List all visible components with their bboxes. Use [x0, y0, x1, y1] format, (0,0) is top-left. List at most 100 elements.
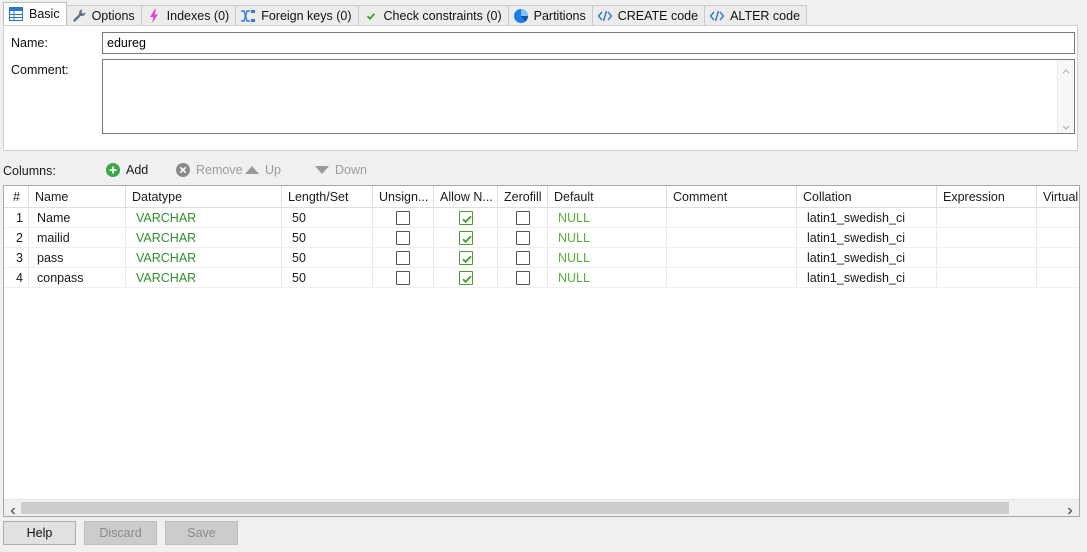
comment-textarea[interactable] [102, 59, 1075, 134]
cell-collation[interactable]: latin1_swedish_ci [797, 208, 937, 228]
cell-virtuality[interactable] [1037, 268, 1079, 288]
add-column-button[interactable]: Add [105, 162, 148, 178]
header-zerofill[interactable]: Zerofill [498, 186, 548, 208]
cell-comment[interactable] [667, 228, 797, 248]
cell-length[interactable]: 50 [282, 268, 373, 288]
header-allow-null[interactable]: Allow N... [434, 186, 498, 208]
table-row[interactable]: 4 conpass VARCHAR 50 NULL latin1_swedish_ci [4, 268, 1079, 288]
cell-zerofill[interactable] [498, 208, 548, 228]
tab-alter-code[interactable]: ALTER code [704, 5, 808, 25]
checkbox[interactable] [458, 250, 473, 265]
cell-default[interactable]: NULL [548, 268, 667, 288]
table-row[interactable]: 1 Name VARCHAR 50 NULL latin1_swedish_ci [4, 208, 1079, 228]
cell-unsigned[interactable] [373, 228, 434, 248]
chevron-down-icon[interactable] [1062, 121, 1070, 130]
tab-indexes[interactable]: Indexes (0) [140, 5, 237, 25]
checkbox[interactable] [396, 250, 410, 265]
cell-expression[interactable] [937, 268, 1037, 288]
chevron-up-icon[interactable] [1062, 64, 1070, 74]
cell-number[interactable]: 2 [4, 228, 29, 248]
scrollbar-thumb[interactable] [21, 502, 1009, 514]
chevron-right-icon[interactable] [1066, 504, 1074, 515]
cell-datatype[interactable]: VARCHAR [126, 208, 282, 228]
cell-comment[interactable] [667, 268, 797, 288]
cell-default[interactable]: NULL [548, 248, 667, 268]
checkbox[interactable] [458, 270, 473, 285]
cell-virtuality[interactable] [1037, 228, 1079, 248]
header-comment[interactable]: Comment [667, 186, 797, 208]
table-row[interactable]: 3 pass VARCHAR 50 NULL latin1_swedish_ci [4, 248, 1079, 268]
header-collation[interactable]: Collation [797, 186, 937, 208]
discard-button[interactable]: Discard [84, 521, 157, 545]
header-datatype[interactable]: Datatype [126, 186, 282, 208]
checkbox[interactable] [515, 250, 530, 265]
cell-comment[interactable] [667, 208, 797, 228]
cell-number[interactable]: 4 [4, 268, 29, 288]
checkbox[interactable] [396, 230, 410, 245]
remove-column-button[interactable]: Remove [175, 162, 243, 178]
header-length[interactable]: Length/Set [282, 186, 373, 208]
cell-virtuality[interactable] [1037, 248, 1079, 268]
horizontal-scrollbar[interactable] [4, 499, 1079, 516]
cell-number[interactable]: 3 [4, 248, 29, 268]
cell-default[interactable]: NULL [548, 208, 667, 228]
header-name[interactable]: Name [29, 186, 126, 208]
cell-allow-null[interactable] [434, 228, 498, 248]
help-button[interactable]: Help [3, 521, 76, 545]
cell-length[interactable]: 50 [282, 228, 373, 248]
checkbox[interactable] [396, 270, 410, 285]
table-name-input[interactable] [102, 32, 1075, 54]
tab-foreign-keys[interactable]: Foreign keys (0) [235, 5, 359, 25]
checkbox[interactable] [515, 270, 530, 285]
cell-collation[interactable]: latin1_swedish_ci [797, 268, 937, 288]
cell-collation[interactable]: latin1_swedish_ci [797, 228, 937, 248]
cell-number[interactable]: 1 [4, 208, 29, 228]
checkbox[interactable] [515, 210, 530, 225]
cell-name[interactable]: pass [29, 248, 126, 268]
cell-allow-null[interactable] [434, 268, 498, 288]
header-unsigned[interactable]: Unsign... [373, 186, 434, 208]
cell-length[interactable]: 50 [282, 208, 373, 228]
tab-create-code[interactable]: CREATE code [591, 5, 706, 25]
cell-unsigned[interactable] [373, 208, 434, 228]
header-number[interactable]: # [4, 186, 29, 208]
header-virtuality[interactable]: Virtuali [1037, 186, 1079, 208]
cell-virtuality[interactable] [1037, 208, 1079, 228]
comment-scrollbar[interactable] [1057, 60, 1074, 133]
cell-zerofill[interactable] [498, 228, 548, 248]
cell-collation[interactable]: latin1_swedish_ci [797, 248, 937, 268]
cell-expression[interactable] [937, 228, 1037, 248]
table-row[interactable]: 2 mailid VARCHAR 50 NULL latin1_swedish_ci [4, 228, 1079, 248]
cell-unsigned[interactable] [373, 248, 434, 268]
cell-unsigned[interactable] [373, 268, 434, 288]
cell-comment[interactable] [667, 248, 797, 268]
save-button[interactable]: Save [165, 521, 238, 545]
header-expression[interactable]: Expression [937, 186, 1037, 208]
cell-expression[interactable] [937, 248, 1037, 268]
checkbox[interactable] [458, 230, 473, 245]
cell-length[interactable]: 50 [282, 248, 373, 268]
tab-partitions[interactable]: Partitions [507, 5, 593, 25]
cell-datatype[interactable]: VARCHAR [126, 248, 282, 268]
cell-zerofill[interactable] [498, 248, 548, 268]
cell-allow-null[interactable] [434, 248, 498, 268]
move-up-button[interactable]: Up [244, 162, 281, 178]
cell-default[interactable]: NULL [548, 228, 667, 248]
cell-datatype[interactable]: VARCHAR [126, 228, 282, 248]
tab-options[interactable]: Options [65, 5, 142, 25]
cell-name[interactable]: conpass [29, 268, 126, 288]
tab-basic[interactable]: Basic [3, 2, 67, 25]
chevron-left-icon[interactable] [9, 504, 17, 515]
cell-expression[interactable] [937, 208, 1037, 228]
checkbox[interactable] [515, 230, 530, 245]
cell-name[interactable]: mailid [29, 228, 126, 248]
cell-allow-null[interactable] [434, 208, 498, 228]
header-default[interactable]: Default [548, 186, 667, 208]
tab-check-constraints[interactable]: Check constraints (0) [357, 5, 509, 25]
checkbox[interactable] [396, 210, 410, 225]
cell-zerofill[interactable] [498, 268, 548, 288]
cell-datatype[interactable]: VARCHAR [126, 268, 282, 288]
checkbox[interactable] [458, 210, 473, 225]
cell-name[interactable]: Name [29, 208, 126, 228]
move-down-button[interactable]: Down [314, 162, 367, 178]
